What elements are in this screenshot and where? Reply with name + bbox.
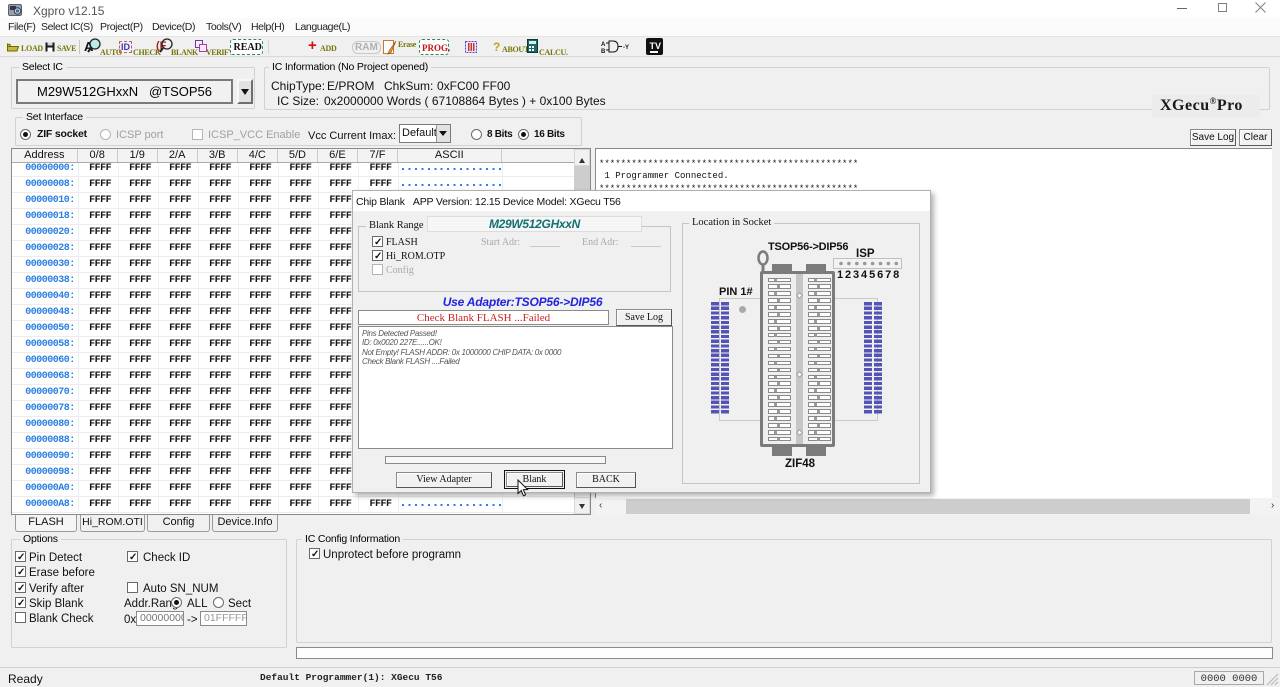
svg-text:-Y: -Y — [623, 45, 629, 51]
svg-text:B: B — [601, 49, 606, 54]
svg-text:A: A — [601, 42, 606, 48]
